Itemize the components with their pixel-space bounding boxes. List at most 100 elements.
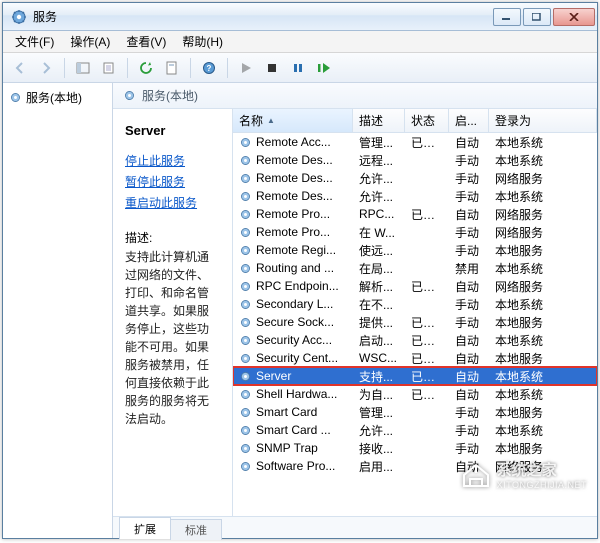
cell-start: 手动 xyxy=(449,422,489,439)
gear-icon xyxy=(239,226,252,239)
tab-standard[interactable]: 标准 xyxy=(170,519,222,540)
gear-icon xyxy=(239,298,252,311)
cell-desc: 使远... xyxy=(353,242,405,259)
pause-service-button[interactable] xyxy=(287,57,309,79)
gear-icon xyxy=(239,388,252,401)
cell-status: 已启动 xyxy=(405,206,449,223)
service-row[interactable]: Server支持...已启动自动本地系统 xyxy=(233,367,597,385)
export-list-button[interactable] xyxy=(98,57,120,79)
gear-icon xyxy=(239,190,252,203)
service-row[interactable]: Security Acc...启动...已启动自动本地系统 xyxy=(233,331,597,349)
cell-desc: 远程... xyxy=(353,152,405,169)
cell-start: 自动 xyxy=(449,134,489,151)
cell-start: 自动 xyxy=(449,206,489,223)
service-row[interactable]: Software Pro...启用...自动网络服务 xyxy=(233,457,597,475)
menu-file[interactable]: 文件(F) xyxy=(7,31,62,52)
forward-button[interactable] xyxy=(35,57,57,79)
minimize-button[interactable] xyxy=(493,8,521,26)
tree-root-item[interactable]: 服务(本地) xyxy=(9,87,106,108)
list-pane: 名称▲ 描述 状态 启... 登录为 Remote Acc...管理...已启动… xyxy=(233,109,597,516)
service-row[interactable]: Remote Pro...RPC...已启动自动网络服务 xyxy=(233,205,597,223)
maximize-button[interactable] xyxy=(523,8,551,26)
cell-name: Secure Sock... xyxy=(233,315,353,329)
cell-status: 已启动 xyxy=(405,332,449,349)
window-title: 服务 xyxy=(33,8,493,25)
service-row[interactable]: Smart Card ...允许...手动本地系统 xyxy=(233,421,597,439)
selected-service-title: Server xyxy=(125,123,220,138)
restart-service-button[interactable] xyxy=(313,57,335,79)
cell-desc: 允许... xyxy=(353,188,405,205)
cell-start: 手动 xyxy=(449,188,489,205)
restart-service-link[interactable]: 重启动此服务 xyxy=(125,194,220,211)
service-row[interactable]: Remote Des...允许...手动网络服务 xyxy=(233,169,597,187)
menu-view[interactable]: 查看(V) xyxy=(118,31,174,52)
list-body[interactable]: Remote Acc...管理...已启动自动本地系统Remote Des...… xyxy=(233,133,597,516)
column-logon[interactable]: 登录为 xyxy=(489,109,597,132)
gear-icon xyxy=(239,406,252,419)
service-row[interactable]: Smart Card管理...手动本地服务 xyxy=(233,403,597,421)
pause-service-link[interactable]: 暂停此服务 xyxy=(125,173,220,190)
service-row[interactable]: Remote Acc...管理...已启动自动本地系统 xyxy=(233,133,597,151)
show-hide-tree-button[interactable] xyxy=(72,57,94,79)
service-row[interactable]: Secondary L...在不...手动本地系统 xyxy=(233,295,597,313)
cell-desc: 在局... xyxy=(353,260,405,277)
tab-extended[interactable]: 扩展 xyxy=(119,517,171,539)
cell-status: 已启动 xyxy=(405,278,449,295)
service-row[interactable]: Routing and ...在局...禁用本地系统 xyxy=(233,259,597,277)
column-name[interactable]: 名称▲ xyxy=(233,109,353,132)
cell-logon: 网络服务 xyxy=(489,206,597,223)
gear-icon xyxy=(239,460,252,473)
cell-desc: 允许... xyxy=(353,422,405,439)
breadcrumb-label: 服务(本地) xyxy=(142,87,198,104)
cell-logon: 本地系统 xyxy=(489,386,597,403)
refresh-button[interactable] xyxy=(135,57,157,79)
service-row[interactable]: SNMP Trap接收...手动本地服务 xyxy=(233,439,597,457)
stop-service-link[interactable]: 停止此服务 xyxy=(125,152,220,169)
service-row[interactable]: Shell Hardwa...为自...已启动自动本地系统 xyxy=(233,385,597,403)
help-button[interactable]: ? xyxy=(198,57,220,79)
gear-icon xyxy=(123,89,136,102)
cell-name: Server xyxy=(233,369,353,383)
gear-icon xyxy=(239,208,252,221)
svg-text:?: ? xyxy=(207,64,212,73)
service-row[interactable]: Remote Pro...在 W...手动网络服务 xyxy=(233,223,597,241)
start-service-button[interactable] xyxy=(235,57,257,79)
service-row[interactable]: RPC Endpoin...解析...已启动自动网络服务 xyxy=(233,277,597,295)
list-header: 名称▲ 描述 状态 启... 登录为 xyxy=(233,109,597,133)
cell-start: 自动 xyxy=(449,332,489,349)
titlebar[interactable]: 服务 xyxy=(3,3,597,31)
service-row[interactable]: Remote Regi...使远...手动本地服务 xyxy=(233,241,597,259)
cell-name: Remote Des... xyxy=(233,171,353,185)
cell-name: Routing and ... xyxy=(233,261,353,275)
cell-desc: 启动... xyxy=(353,332,405,349)
column-description[interactable]: 描述 xyxy=(353,109,405,132)
cell-logon: 本地系统 xyxy=(489,134,597,151)
menu-action[interactable]: 操作(A) xyxy=(62,31,118,52)
stop-service-button[interactable] xyxy=(261,57,283,79)
cell-name: RPC Endpoin... xyxy=(233,279,353,293)
back-button[interactable] xyxy=(9,57,31,79)
gear-icon xyxy=(9,91,22,104)
properties-button[interactable] xyxy=(161,57,183,79)
service-row[interactable]: Secure Sock...提供...已启动手动本地服务 xyxy=(233,313,597,331)
cell-name: Smart Card ... xyxy=(233,423,353,437)
cell-logon: 本地服务 xyxy=(489,242,597,259)
gear-icon xyxy=(239,316,252,329)
menu-help[interactable]: 帮助(H) xyxy=(174,31,231,52)
cell-status: 已启动 xyxy=(405,368,449,385)
service-row[interactable]: Security Cent...WSC...已启动自动本地服务 xyxy=(233,349,597,367)
cell-status: 已启动 xyxy=(405,134,449,151)
tree-pane: 服务(本地) xyxy=(3,83,113,538)
service-row[interactable]: Remote Des...远程...手动本地系统 xyxy=(233,151,597,169)
column-startup[interactable]: 启... xyxy=(449,109,489,132)
gear-icon xyxy=(239,244,252,257)
close-button[interactable] xyxy=(553,8,595,26)
cell-desc: 允许... xyxy=(353,170,405,187)
cell-name: Remote Des... xyxy=(233,153,353,167)
sort-asc-icon: ▲ xyxy=(267,116,275,125)
gear-icon xyxy=(239,262,252,275)
cell-start: 禁用 xyxy=(449,260,489,277)
service-row[interactable]: Remote Des...允许...手动本地系统 xyxy=(233,187,597,205)
cell-desc: RPC... xyxy=(353,207,405,221)
column-status[interactable]: 状态 xyxy=(405,109,449,132)
